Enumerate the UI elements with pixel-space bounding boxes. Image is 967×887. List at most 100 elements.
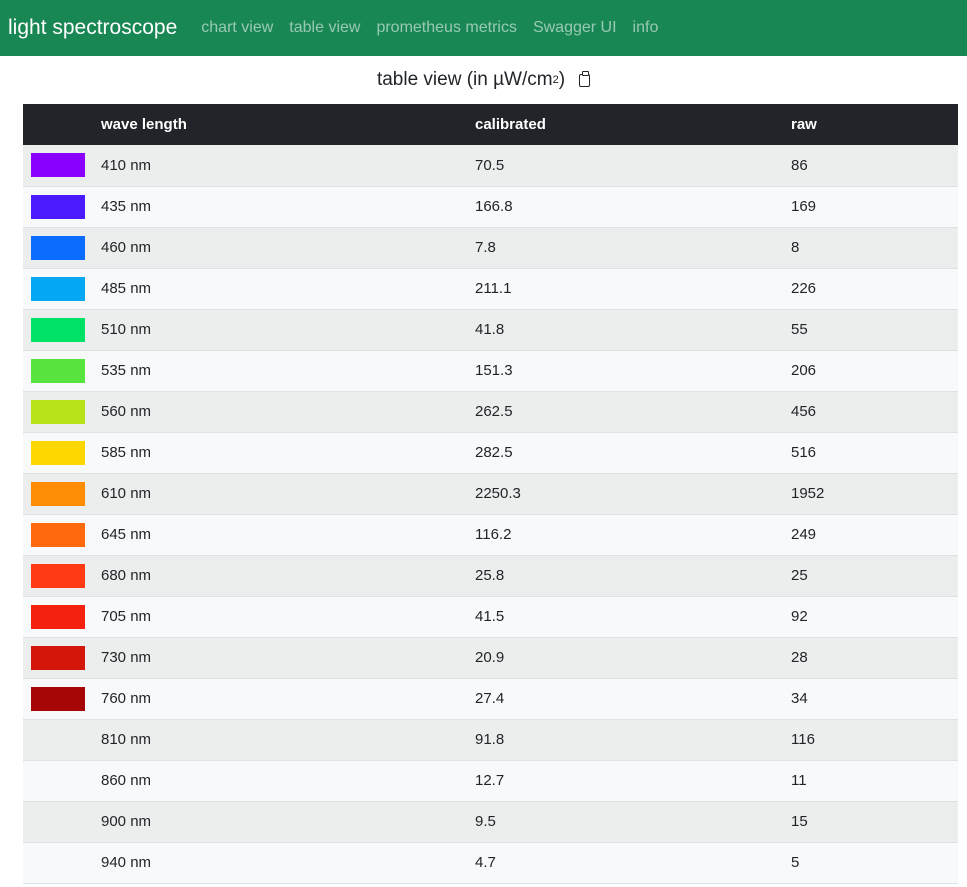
color-swatch xyxy=(31,235,85,260)
raw-cell: 249 xyxy=(791,526,817,543)
swatch-cell xyxy=(23,555,101,596)
header-wave-length: wave length xyxy=(101,116,187,133)
table-row: 485 nm 211.1 226 xyxy=(23,268,958,309)
raw-cell: 456 xyxy=(791,403,817,420)
color-swatch xyxy=(31,440,85,465)
calibrated-cell: 166.8 xyxy=(475,198,513,215)
clipboard-icon[interactable] xyxy=(579,70,591,87)
swatch-cell xyxy=(23,719,101,760)
raw-cell: 169 xyxy=(791,198,817,215)
brand-link[interactable]: light spectroscope xyxy=(8,16,177,40)
raw-cell: 5 xyxy=(791,854,800,871)
nav-link-info[interactable]: info xyxy=(633,19,659,37)
color-swatch xyxy=(31,481,85,506)
wavelength-cell: 485 nm xyxy=(101,280,152,297)
wavelength-cell: 730 nm xyxy=(101,649,152,666)
header-calibrated: calibrated xyxy=(475,116,546,133)
swatch-cell xyxy=(23,186,101,227)
table-row: 940 nm 4.7 5 xyxy=(23,842,958,883)
color-swatch xyxy=(31,153,85,178)
swatch-cell xyxy=(23,842,101,883)
swatch-cell xyxy=(23,227,101,268)
swatch-cell xyxy=(23,760,101,801)
color-swatch xyxy=(31,810,85,834)
wavelength-cell: 760 nm xyxy=(101,690,152,707)
navbar: light spectroscope chart view table view… xyxy=(0,0,967,56)
calibrated-cell: 7.8 xyxy=(475,239,496,256)
swatch-cell xyxy=(23,678,101,719)
wavelength-cell: 940 nm xyxy=(101,854,152,871)
nav-link-table-view[interactable]: table view xyxy=(289,19,360,37)
page-title: table view (in µW/cm 2) xyxy=(0,56,967,104)
calibrated-cell: 27.4 xyxy=(475,690,505,707)
table-row: 560 nm 262.5 456 xyxy=(23,391,958,432)
swatch-cell xyxy=(23,596,101,637)
wavelength-cell: 585 nm xyxy=(101,444,152,461)
swatch-cell xyxy=(23,473,101,514)
color-swatch xyxy=(31,522,85,547)
color-swatch xyxy=(31,563,85,588)
calibrated-cell: 20.9 xyxy=(475,649,505,666)
nav-link-prometheus-metrics[interactable]: prometheus metrics xyxy=(376,19,517,37)
calibrated-cell: 9.5 xyxy=(475,813,496,830)
wavelength-cell: 460 nm xyxy=(101,239,152,256)
raw-cell: 226 xyxy=(791,280,817,297)
table-row: 610 nm 2250.3 1952 xyxy=(23,473,958,514)
raw-cell: 516 xyxy=(791,444,817,461)
page-title-text: table view (in µW/cm xyxy=(376,69,553,90)
wavelength-cell: 410 nm xyxy=(101,156,152,174)
wavelength-cell: 900 nm xyxy=(101,813,152,830)
raw-cell: 1952 xyxy=(791,485,825,502)
calibrated-cell: 211.1 xyxy=(475,280,512,297)
wavelength-cell: 510 nm xyxy=(101,321,152,338)
color-swatch xyxy=(31,194,85,219)
raw-cell: 11 xyxy=(791,772,807,789)
swatch-cell xyxy=(23,637,101,678)
raw-cell: 25 xyxy=(791,567,808,584)
wavelength-cell: 680 nm xyxy=(101,567,152,584)
wavelength-cell: 560 nm xyxy=(101,403,152,420)
calibrated-cell: 262.5 xyxy=(475,403,513,420)
table-row: 810 nm 91.8 116 xyxy=(23,719,958,760)
swatch-cell xyxy=(23,432,101,473)
table-row: 435 nm 166.8 169 xyxy=(23,186,958,227)
wavelength-cell: 810 nm xyxy=(101,731,152,748)
color-swatch xyxy=(31,604,85,629)
table-row: 900 nm 9.5 15 xyxy=(23,801,958,842)
calibrated-cell: 116.2 xyxy=(475,526,512,543)
color-swatch xyxy=(31,276,85,301)
table-row: 730 nm 20.9 28 xyxy=(23,637,958,678)
calibrated-cell: 2250.3 xyxy=(475,485,521,502)
swatch-cell xyxy=(23,391,101,432)
color-swatch xyxy=(31,317,85,342)
table-row: 410 nm 70.5 86 xyxy=(23,145,958,186)
table-row: 535 nm 151.3 206 xyxy=(23,350,958,391)
raw-cell: 55 xyxy=(791,321,808,338)
color-swatch xyxy=(31,769,85,793)
wavelength-cell: 705 nm xyxy=(101,608,152,625)
calibrated-cell: 4.7 xyxy=(475,854,496,871)
page-title-suffix: ) xyxy=(558,69,566,90)
table-row: 645 nm 116.2 249 xyxy=(23,514,958,555)
table-header-row: wave length calibrated raw xyxy=(23,104,958,145)
wavelength-cell: 435 nm xyxy=(101,198,152,215)
raw-cell: 206 xyxy=(791,362,817,379)
calibrated-cell: 41.5 xyxy=(475,608,505,625)
color-swatch xyxy=(31,645,85,670)
swatch-cell xyxy=(23,514,101,555)
swatch-cell xyxy=(23,268,101,309)
table-row: 680 nm 25.8 25 xyxy=(23,555,958,596)
color-swatch xyxy=(31,686,85,711)
raw-cell: 28 xyxy=(791,649,808,666)
nav-link-swagger-ui[interactable]: Swagger UI xyxy=(533,19,617,37)
table-row: 860 nm 12.7 11 xyxy=(23,760,958,801)
calibrated-cell: 282.5 xyxy=(475,444,513,461)
wavelength-cell: 610 nm xyxy=(101,485,152,502)
wavelength-cell: 645 nm xyxy=(101,526,152,543)
table-body: 410 nm 70.5 86 435 nm 166.8 169 460 nm 7.8 8 485 … xyxy=(23,145,958,883)
table-row: 460 nm 7.8 8 xyxy=(23,227,958,268)
calibrated-cell: 70.5 xyxy=(475,156,505,174)
color-swatch xyxy=(31,399,85,424)
nav-link-chart-view[interactable]: chart view xyxy=(201,19,273,37)
calibrated-cell: 41.8 xyxy=(475,321,505,338)
